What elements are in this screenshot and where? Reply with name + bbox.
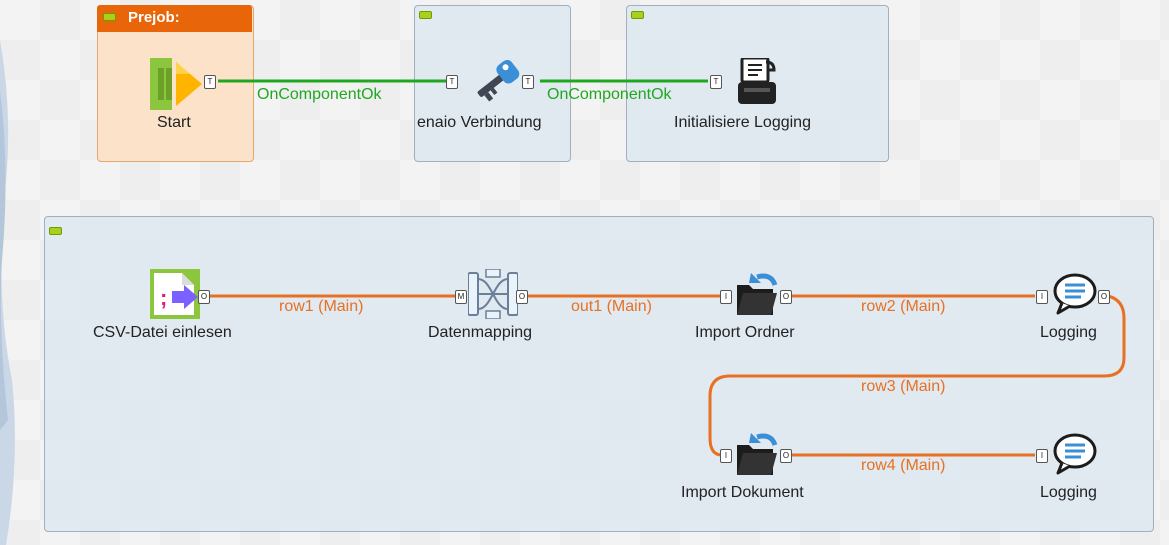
component-label-start: Start <box>157 114 191 131</box>
component-label-enaio: enaio Verbindung <box>417 114 542 131</box>
speech-bubble-icon[interactable] <box>1052 433 1098 475</box>
output-port[interactable]: O <box>780 449 792 463</box>
connection-label-row4[interactable]: row4 (Main) <box>861 457 945 475</box>
speech-bubble-icon[interactable] <box>1052 273 1098 315</box>
connection-label-oncomponentok[interactable]: OnComponentOk <box>257 86 382 104</box>
connection-label-out1[interactable]: out1 (Main) <box>571 298 652 316</box>
trigger-port[interactable]: T <box>710 75 722 89</box>
output-port[interactable]: O <box>780 290 792 304</box>
output-port[interactable]: O <box>198 290 210 304</box>
input-port[interactable]: I <box>1036 290 1048 304</box>
component-label-import-dokument: Import Dokument <box>681 484 804 501</box>
connection-label-row3[interactable]: row3 (Main) <box>861 378 945 396</box>
svg-text:;: ; <box>160 285 167 310</box>
component-label-logging: Logging <box>1040 324 1097 341</box>
map-icon[interactable] <box>468 269 518 319</box>
csv-file-icon[interactable]: ; <box>150 269 200 319</box>
connection-label-oncomponentok[interactable]: OnComponentOk <box>547 86 672 104</box>
key-icon[interactable] <box>470 58 522 104</box>
input-port[interactable]: I <box>720 449 732 463</box>
output-port[interactable]: O <box>516 290 528 304</box>
component-label-init-logging: Initialisiere Logging <box>674 114 811 131</box>
main-input-port[interactable]: M <box>455 290 467 304</box>
connection-label-row1[interactable]: row1 (Main) <box>279 298 363 316</box>
input-port[interactable]: I <box>720 290 732 304</box>
folder-import-icon[interactable] <box>735 271 779 317</box>
trigger-port[interactable]: T <box>522 75 534 89</box>
component-label-logging: Logging <box>1040 484 1097 501</box>
component-label-mapping: Datenmapping <box>428 324 533 341</box>
trigger-port[interactable]: T <box>446 75 458 89</box>
connection-label-row2[interactable]: row2 (Main) <box>861 298 945 316</box>
start-play-icon[interactable] <box>150 58 202 110</box>
printer-icon[interactable] <box>738 58 776 106</box>
trigger-port[interactable]: T <box>204 75 216 89</box>
component-label-import-ordner: Import Ordner <box>695 324 795 341</box>
folder-import-icon[interactable] <box>735 431 779 477</box>
component-label-csv: CSV-Datei einlesen <box>93 324 232 341</box>
input-port[interactable]: I <box>1036 449 1048 463</box>
output-port[interactable]: O <box>1098 290 1110 304</box>
